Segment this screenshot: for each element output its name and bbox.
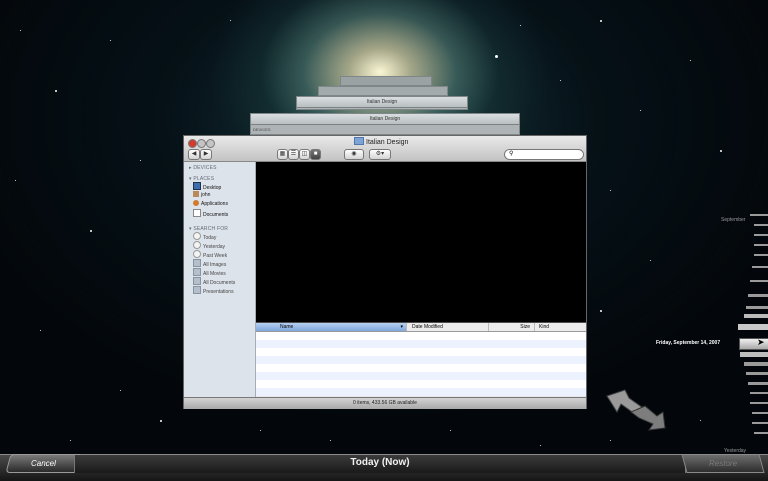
title-bar[interactable]: Italian Design ◀ ▶ ▦ ☰ ◫ ■ ◉ ⚙▾ ⚲ <box>184 136 586 162</box>
smart-folder-icon <box>193 286 201 294</box>
minimize-button[interactable] <box>197 139 206 148</box>
timeline-tick[interactable] <box>744 362 768 366</box>
timeline-month-label: September <box>721 217 746 223</box>
column-view-button[interactable]: ◫ <box>299 149 310 160</box>
table-row <box>256 380 586 388</box>
table-row <box>256 340 586 348</box>
timeline-tick[interactable] <box>746 372 768 375</box>
timeline-tick[interactable] <box>754 234 768 236</box>
search-icon: ⚲ <box>509 151 514 157</box>
table-row <box>256 348 586 356</box>
zoom-button[interactable] <box>206 139 215 148</box>
coverflow-view-button[interactable]: ■ <box>310 149 321 160</box>
table-row <box>256 356 586 364</box>
close-button[interactable] <box>188 139 197 148</box>
backup-window-title: Italian Design <box>366 99 398 105</box>
sidebar-item-presentations[interactable]: Presentations <box>193 286 234 296</box>
smart-folder-icon <box>193 277 201 285</box>
table-row <box>256 372 586 380</box>
list-view-icon: ☰ <box>290 151 297 157</box>
column-kind[interactable]: Kind <box>534 323 586 331</box>
list-view-button[interactable]: ☰ <box>288 149 299 160</box>
action-menu-button[interactable]: ⚙▾ <box>369 149 391 160</box>
timeline-tick[interactable] <box>754 224 768 226</box>
column-size[interactable]: Size <box>488 323 535 331</box>
timeline-tick[interactable] <box>740 352 768 357</box>
column-date-modified[interactable]: Date Modified <box>406 323 489 331</box>
arrow-forward-in-time-icon[interactable] <box>630 405 666 431</box>
applications-icon <box>193 200 199 206</box>
window-title: Italian Design <box>354 137 408 148</box>
timeline-tick[interactable] <box>750 214 768 216</box>
clock-icon <box>193 232 201 240</box>
timeline-tick[interactable] <box>750 402 768 404</box>
documents-icon <box>193 209 201 217</box>
clock-icon <box>193 241 201 249</box>
timeline-tick[interactable] <box>754 432 768 434</box>
gear-icon: ⚙▾ <box>375 151 385 157</box>
mouse-pointer-icon: ➤ <box>757 337 765 347</box>
sidebar-item-documents[interactable]: Documents <box>193 209 228 219</box>
icon-view-button[interactable]: ▦ <box>277 149 288 160</box>
cancel-button[interactable]: Cancel <box>5 454 81 473</box>
search-field[interactable]: ⚲ <box>504 149 584 160</box>
timeline-tick[interactable] <box>750 392 768 394</box>
column-header: Name ▾ Date Modified Size Kind <box>256 323 586 332</box>
backup-window-stack[interactable] <box>318 86 448 96</box>
column-name[interactable]: Name ▾ <box>256 323 407 331</box>
coverflow-area[interactable] <box>256 162 586 322</box>
smart-folder-icon <box>193 268 201 276</box>
sidebar-item-home[interactable]: john <box>193 191 210 199</box>
restore-button[interactable]: Restore <box>681 454 765 473</box>
status-bar: 0 items, 433.56 GB available <box>184 397 586 409</box>
backup-sidebar-heading: DEVICES <box>253 127 271 132</box>
timeline-tick[interactable] <box>754 254 768 256</box>
timeline-selected-date: Friday, September 14, 2007 <box>656 340 721 346</box>
clock-icon <box>193 250 201 258</box>
timeline-tick[interactable] <box>752 412 768 414</box>
sidebar-heading-devices[interactable]: ▸ DEVICES <box>189 165 217 171</box>
desktop-icon <box>193 182 201 190</box>
backup-window-stack[interactable] <box>340 76 432 86</box>
backup-window[interactable]: Italian Design <box>296 96 468 110</box>
backup-window-title: Italian Design <box>369 116 401 122</box>
folder-icon <box>354 137 364 145</box>
coverflow-icon: ■ <box>313 151 318 157</box>
current-time-label: Today (Now) <box>74 455 686 473</box>
table-row <box>256 364 586 372</box>
column-view-icon: ◫ <box>301 151 308 157</box>
timeline-tick[interactable] <box>748 382 768 385</box>
timeline-tick[interactable] <box>738 324 768 330</box>
table-row <box>256 332 586 340</box>
table-row <box>256 388 586 396</box>
file-list[interactable]: Name ▾ Date Modified Size Kind <box>256 323 586 396</box>
back-button[interactable]: ◀ <box>188 149 200 160</box>
forward-button[interactable]: ▶ <box>200 149 212 160</box>
smart-folder-icon <box>193 259 201 267</box>
timeline-tick[interactable] <box>752 266 768 268</box>
timeline-tick[interactable] <box>752 422 768 424</box>
timeline-tick[interactable] <box>746 306 768 309</box>
quick-look-button[interactable]: ◉ <box>344 149 364 160</box>
eye-icon: ◉ <box>351 151 357 157</box>
sort-arrow-icon: ▾ <box>400 324 403 330</box>
timeline-tick[interactable] <box>748 294 768 297</box>
icon-view-icon: ▦ <box>279 151 286 157</box>
timeline-tick[interactable] <box>754 244 768 246</box>
home-icon <box>193 191 199 197</box>
sidebar-item-applications[interactable]: Applications <box>193 200 228 208</box>
timeline-tick[interactable] <box>750 280 768 282</box>
finder-window[interactable]: Italian Design ◀ ▶ ▦ ☰ ◫ ■ ◉ ⚙▾ ⚲ ▸ DEVI… <box>183 135 587 409</box>
sidebar: ▸ DEVICES ▾ PLACES Desktop john Applicat… <box>184 162 256 408</box>
time-navigation-arrows <box>606 389 666 431</box>
timeline-tick[interactable] <box>744 314 768 318</box>
backup-window[interactable]: Italian Design DEVICES <box>250 113 520 135</box>
